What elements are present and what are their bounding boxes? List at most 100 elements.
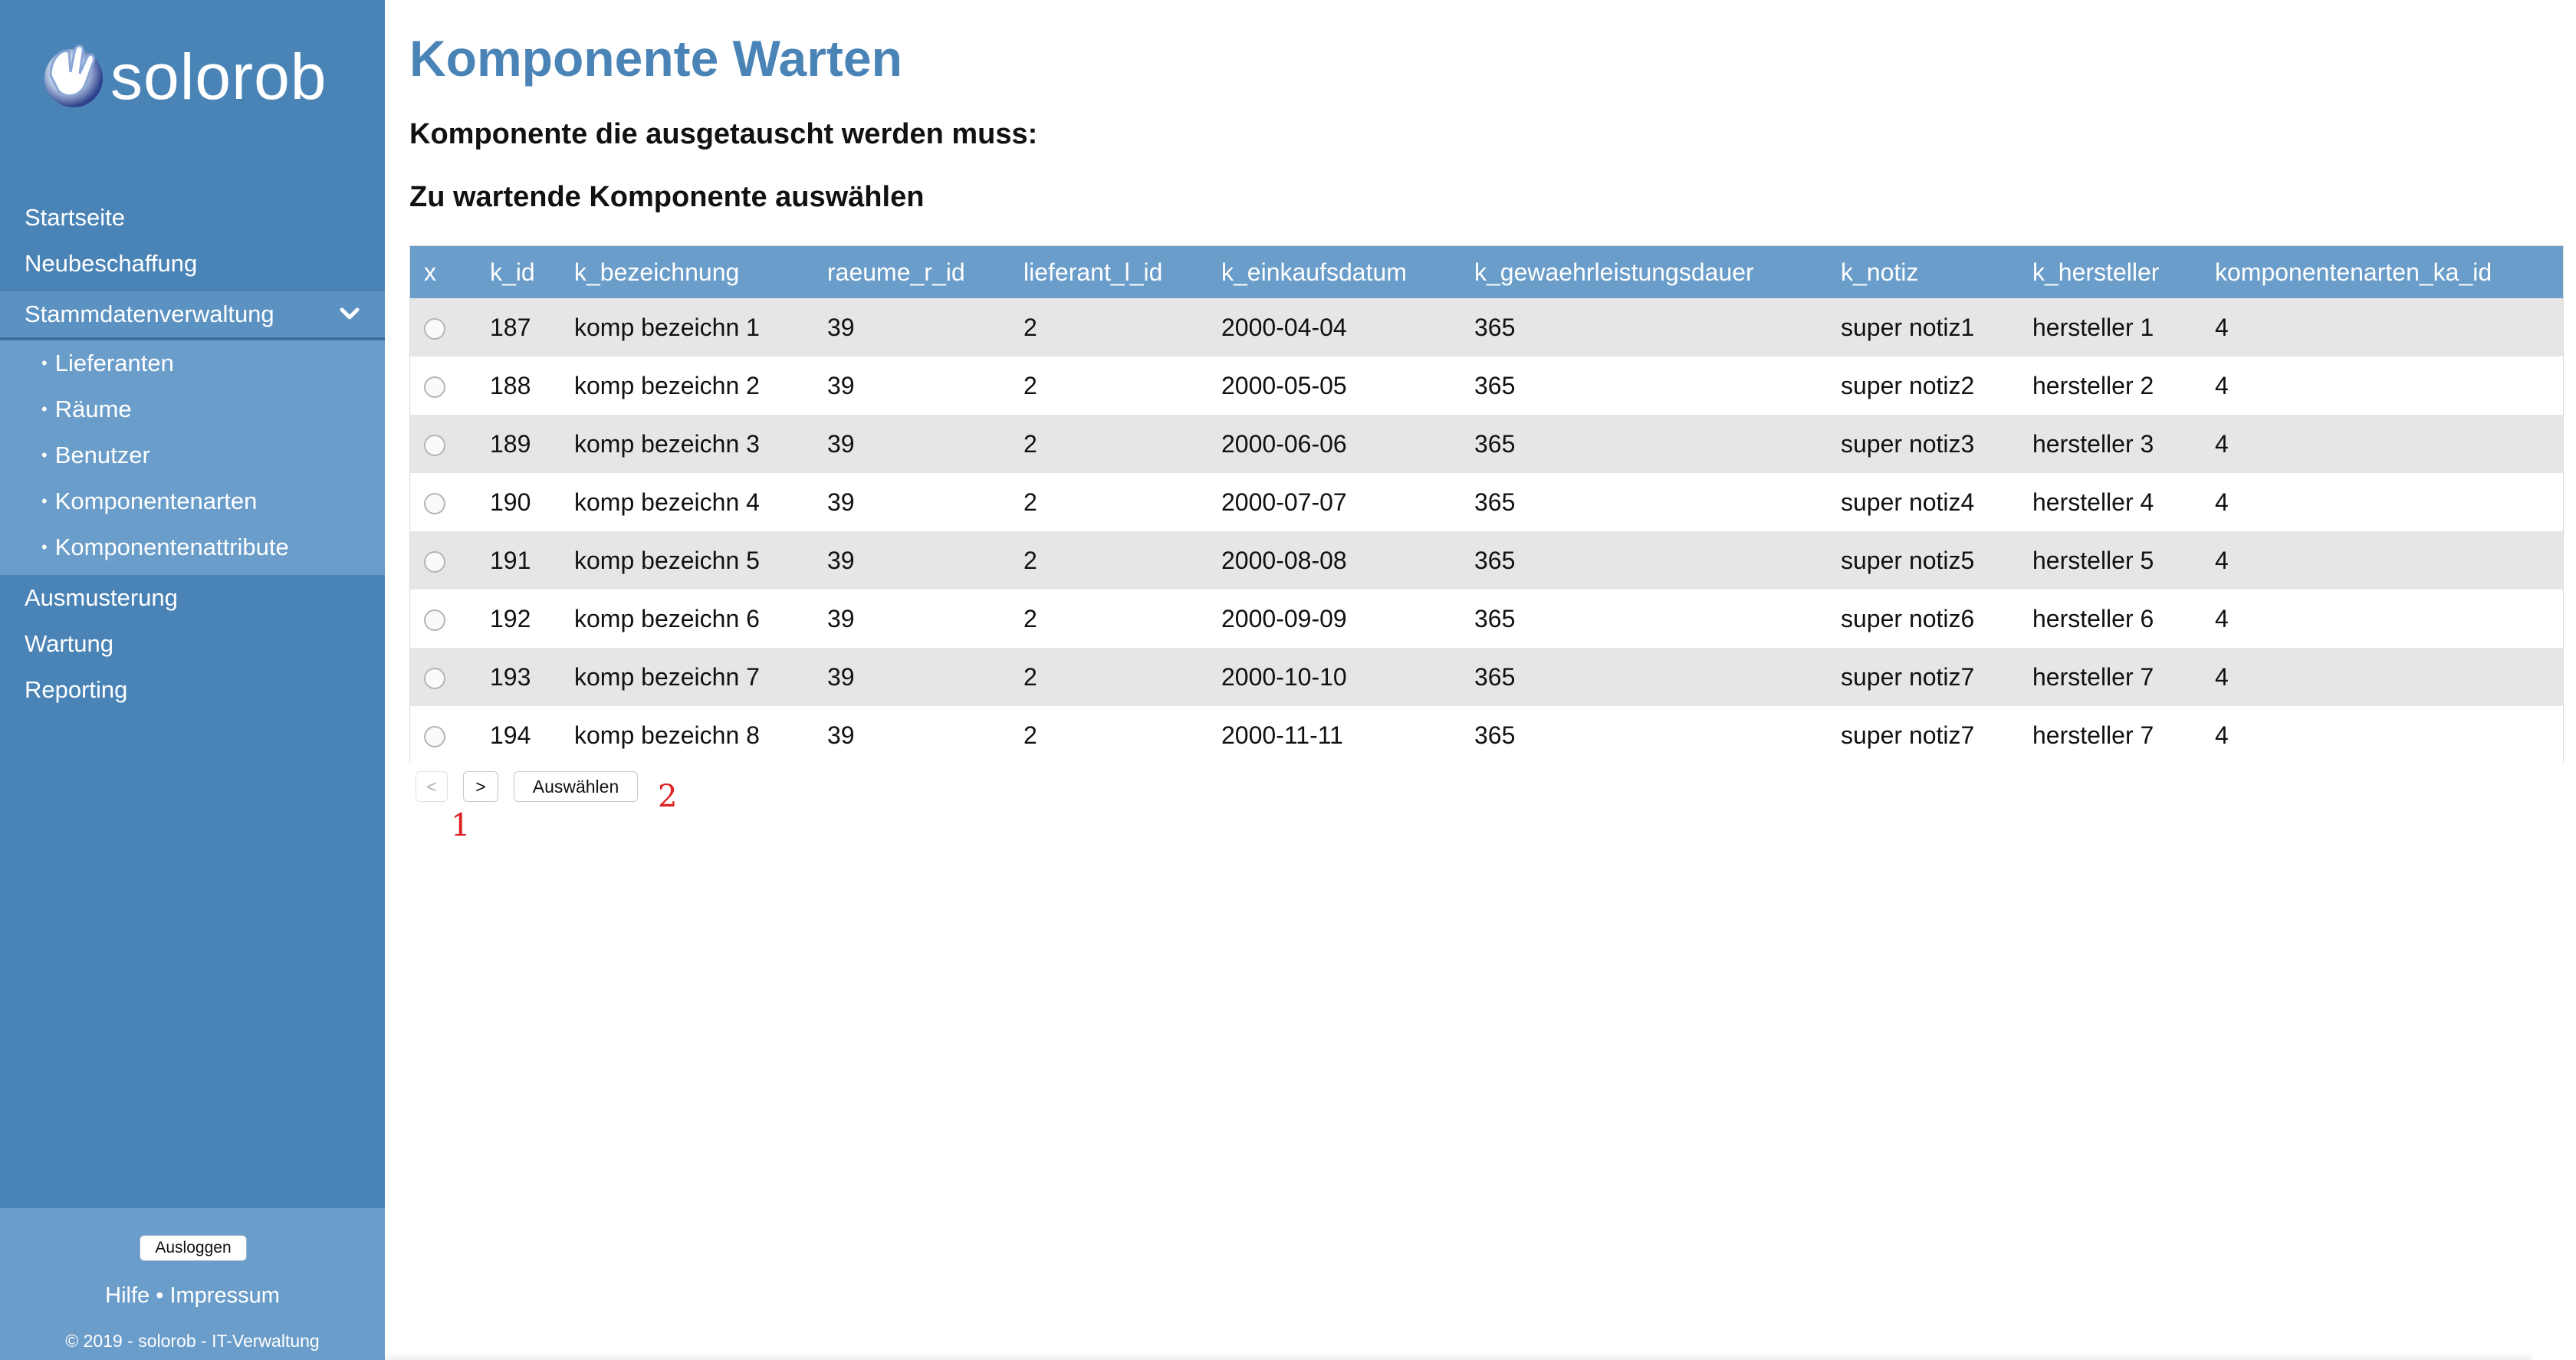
- cell-k-id: 189: [490, 429, 531, 458]
- table-row[interactable]: 192 komp bezeichn 6 39 2 2000-09-09 365 super …: [410, 590, 2563, 648]
- bullet-icon: •: [41, 353, 48, 373]
- next-page-button[interactable]: >: [463, 771, 498, 802]
- cell-k-bezeichnung: komp bezeichn 1: [574, 313, 760, 341]
- cell-k-hersteller: hersteller 7: [2032, 721, 2154, 749]
- column-header-k-gewaehrleistungsdauer: k_gewaehrleistungsdauer: [1474, 258, 1754, 286]
- nav-item-startseite[interactable]: Startseite: [0, 195, 385, 241]
- column-header-k-hersteller: k_hersteller: [2032, 258, 2160, 286]
- table-row[interactable]: 187 komp bezeichn 1 39 2 2000-04-04 365 super …: [410, 298, 2563, 356]
- copyright-text: © 2019 - solorob - IT-Verwaltung: [65, 1331, 320, 1351]
- cell-raeume-r-id: 39: [827, 371, 855, 399]
- subnav-item-benutzer[interactable]: • Benutzer: [0, 432, 385, 478]
- cell-k-notiz: super notiz6: [1841, 604, 1975, 632]
- cell-k-bezeichnung: komp bezeichn 5: [574, 546, 760, 574]
- brand-name: solorob: [110, 41, 327, 113]
- subnav-item-komponentenattribute[interactable]: • Komponentenattribute: [0, 524, 385, 570]
- cell-lieferant-l-id: 2: [1024, 313, 1037, 341]
- row-select-cell: [410, 473, 476, 531]
- table-row[interactable]: 191 komp bezeichn 5 39 2 2000-08-08 365 super …: [410, 531, 2563, 590]
- cell-lieferant-l-id: 2: [1024, 546, 1037, 574]
- cell-k-bezeichnung: komp bezeichn 7: [574, 662, 760, 691]
- row-select-radio[interactable]: [424, 318, 445, 340]
- cell-k-bezeichnung: komp bezeichn 3: [574, 429, 760, 458]
- cell-k-id: 194: [490, 721, 531, 749]
- cell-k-gewaehrleistungsdauer: 365: [1474, 721, 1516, 749]
- table-row[interactable]: 194 komp bezeichn 8 39 2 2000-11-11 365 super …: [410, 706, 2563, 764]
- cell-k-hersteller: hersteller 4: [2032, 488, 2154, 516]
- table-row[interactable]: 193 komp bezeichn 7 39 2 2000-10-10 365 super …: [410, 648, 2563, 706]
- cell-lieferant-l-id: 2: [1024, 662, 1037, 691]
- main-content: Komponente Warten Komponente die ausgeta…: [385, 0, 2576, 1360]
- bottom-shadow: [385, 1352, 2532, 1360]
- column-header-k-einkaufsdatum: k_einkaufsdatum: [1221, 258, 1407, 286]
- row-select-radio[interactable]: [424, 726, 445, 748]
- help-link[interactable]: Hilfe: [105, 1283, 150, 1308]
- cell-raeume-r-id: 39: [827, 429, 855, 458]
- cell-k-gewaehrleistungsdauer: 365: [1474, 546, 1516, 574]
- column-header-komponentenarten-ka-id: komponentenarten_ka_id: [2215, 258, 2492, 286]
- sidebar-footer: Ausloggen Hilfe • Impressum © 2019 - sol…: [0, 1208, 385, 1360]
- nav-item-label: Stammdatenverwaltung: [25, 301, 274, 327]
- row-select-radio[interactable]: [424, 551, 445, 573]
- imprint-link[interactable]: Impressum: [169, 1283, 279, 1308]
- subnav-label: Benutzer: [54, 442, 150, 468]
- row-select-radio[interactable]: [424, 493, 445, 515]
- cell-k-notiz: super notiz4: [1841, 488, 1975, 516]
- nav-item-wartung[interactable]: Wartung: [0, 621, 385, 667]
- annotation-marker-1: 1: [451, 808, 471, 843]
- cell-komponentenarten-ka-id: 4: [2215, 721, 2229, 749]
- column-header-k-bezeichnung: k_bezeichnung: [574, 258, 740, 286]
- cell-k-einkaufsdatum: 2000-04-04: [1221, 313, 1347, 341]
- row-select-radio[interactable]: [424, 609, 445, 632]
- subnav-item-komponentenarten[interactable]: • Komponentenarten: [0, 478, 385, 524]
- column-header-raeume-r-id: raeume_r_id: [827, 258, 965, 286]
- bullet-icon: •: [41, 537, 48, 557]
- cell-lieferant-l-id: 2: [1024, 488, 1037, 516]
- nav-item-reporting[interactable]: Reporting: [0, 667, 385, 713]
- bullet-icon: •: [41, 399, 48, 419]
- subnav: • Lieferanten • Räume • Benutzer • Komponent…: [0, 340, 385, 575]
- section-heading-select: Zu wartende Komponente auswählen: [409, 181, 925, 213]
- cell-k-hersteller: hersteller 6: [2032, 604, 2154, 632]
- cell-k-id: 191: [490, 546, 531, 574]
- cell-k-bezeichnung: komp bezeichn 2: [574, 371, 760, 399]
- nav-item-stammdatenverwaltung[interactable]: Stammdatenverwaltung: [0, 291, 385, 337]
- row-select-radio[interactable]: [424, 668, 445, 690]
- table-row[interactable]: 188 komp bezeichn 2 39 2 2000-05-05 365 super …: [410, 356, 2563, 415]
- row-select-radio[interactable]: [424, 376, 445, 399]
- table-row[interactable]: 190 komp bezeichn 4 39 2 2000-07-07 365 super …: [410, 473, 2563, 531]
- prev-page-button[interactable]: <: [416, 771, 448, 802]
- footer-links: Hilfe • Impressum: [0, 1283, 385, 1309]
- subnav-item-raeume[interactable]: • Räume: [0, 386, 385, 432]
- cell-k-gewaehrleistungsdauer: 365: [1474, 604, 1516, 632]
- bullet-icon: •: [41, 445, 48, 465]
- cell-k-gewaehrleistungsdauer: 365: [1474, 488, 1516, 516]
- nav-item-ausmusterung[interactable]: Ausmusterung: [0, 575, 385, 621]
- select-button[interactable]: Auswählen: [514, 771, 638, 802]
- row-select-radio[interactable]: [424, 435, 445, 457]
- cell-k-notiz: super notiz1: [1841, 313, 1975, 341]
- cell-k-notiz: super notiz2: [1841, 371, 1975, 399]
- sidebar: solorob Startseite Neubeschaffung Stammd…: [0, 0, 385, 1360]
- cell-k-einkaufsdatum: 2000-05-05: [1221, 371, 1347, 399]
- bullet-icon: •: [41, 491, 48, 511]
- cell-k-hersteller: hersteller 3: [2032, 429, 2154, 458]
- row-select-cell: [410, 298, 476, 356]
- cell-k-gewaehrleistungsdauer: 365: [1474, 313, 1516, 341]
- chevron-down-icon[interactable]: [334, 291, 365, 337]
- cell-k-notiz: super notiz3: [1841, 429, 1975, 458]
- logout-button[interactable]: Ausloggen: [140, 1235, 247, 1261]
- table-header-row: x k_id k_bezeichnung raeume_r_id lieferant_l…: [410, 246, 2563, 298]
- cell-k-bezeichnung: komp bezeichn 6: [574, 604, 760, 632]
- column-header-x: x: [424, 258, 436, 286]
- table-row[interactable]: 189 komp bezeichn 3 39 2 2000-06-06 365 super …: [410, 415, 2563, 473]
- cell-k-id: 188: [490, 371, 531, 399]
- cell-komponentenarten-ka-id: 4: [2215, 546, 2229, 574]
- nav-item-neubeschaffung[interactable]: Neubeschaffung: [0, 241, 385, 287]
- subnav-item-lieferanten[interactable]: • Lieferanten: [0, 340, 385, 386]
- cell-k-id: 193: [490, 662, 531, 691]
- brand-logo[interactable]: solorob: [40, 35, 331, 120]
- cell-k-bezeichnung: komp bezeichn 4: [574, 488, 760, 516]
- cell-raeume-r-id: 39: [827, 721, 855, 749]
- cell-k-einkaufsdatum: 2000-08-08: [1221, 546, 1347, 574]
